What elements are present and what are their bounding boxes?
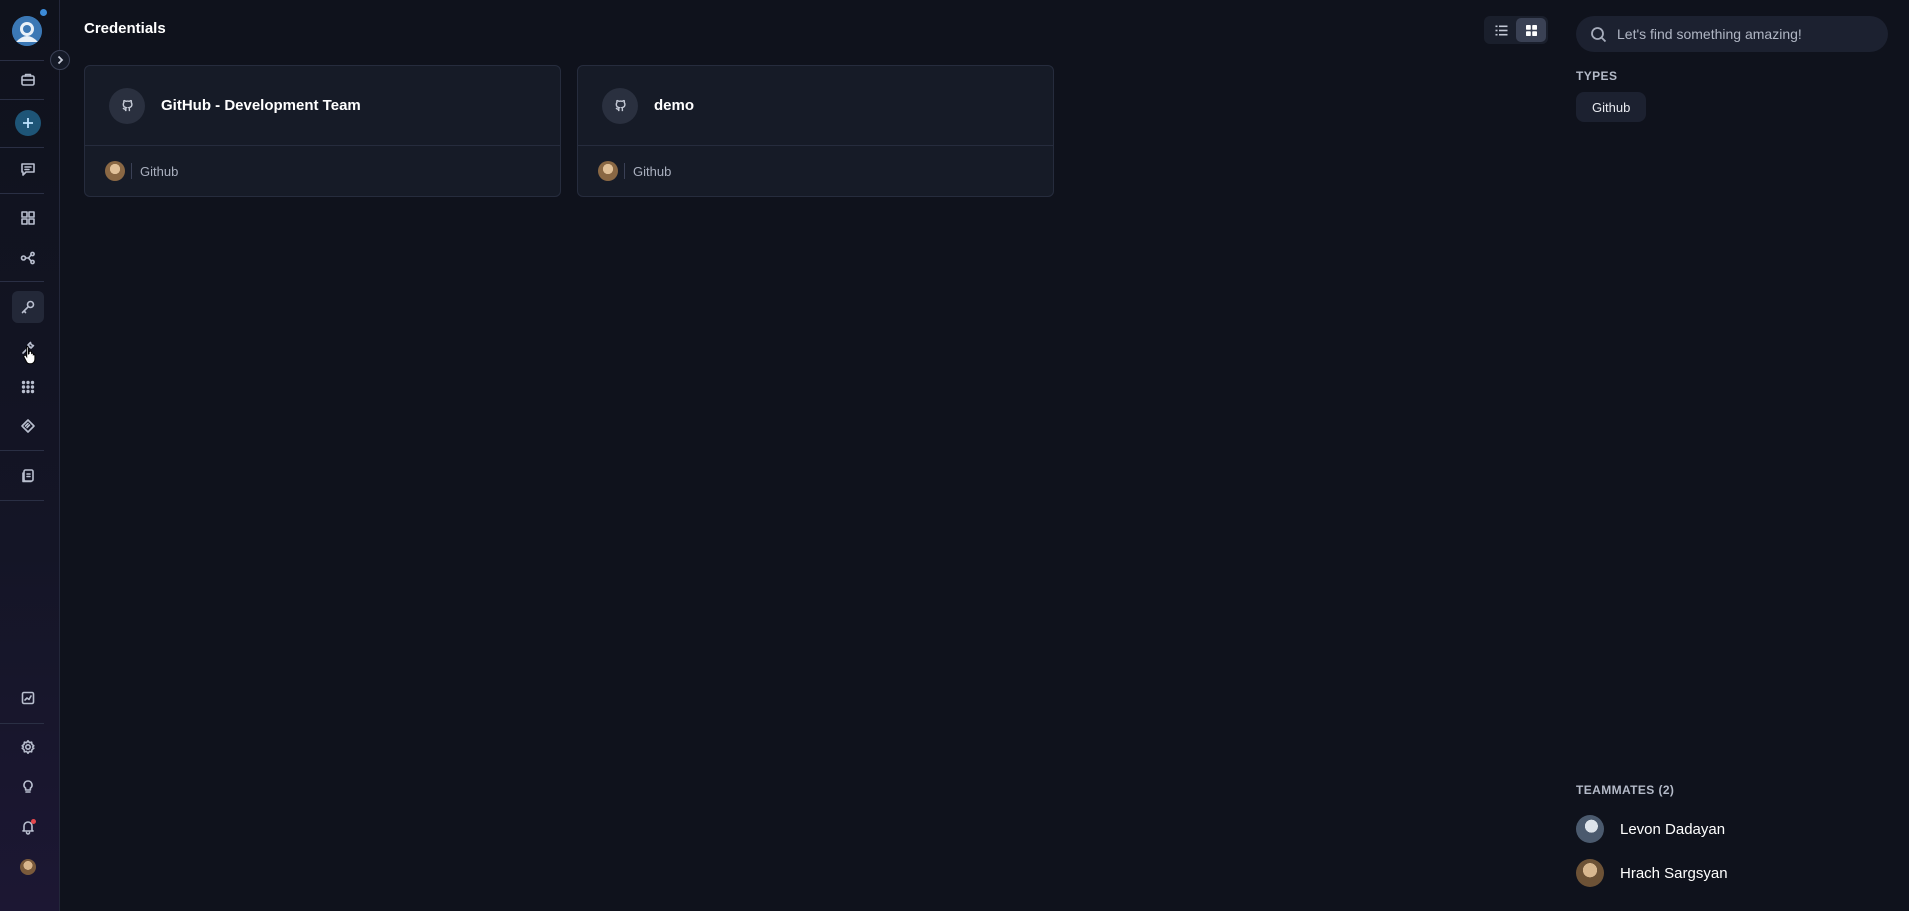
user-avatar[interactable]	[20, 859, 36, 875]
types-label: TYPES	[1576, 69, 1618, 83]
sidebar-divider	[0, 193, 44, 194]
github-icon	[602, 87, 638, 124]
notification-badge	[31, 819, 36, 824]
owner-avatar	[105, 161, 125, 181]
sidebar	[0, 0, 60, 911]
search-icon	[1591, 26, 1607, 42]
tag-icon	[21, 419, 35, 433]
briefcase-icon	[21, 73, 35, 86]
report-icon	[21, 691, 35, 705]
key-icon	[21, 300, 35, 314]
settings-icon	[21, 740, 35, 754]
list-view-button[interactable]	[1486, 18, 1516, 42]
list-icon	[1495, 25, 1507, 35]
credential-title: demo	[654, 97, 695, 114]
sidebar-divider	[0, 147, 44, 148]
card-footer: Github	[85, 146, 560, 196]
status-dot	[40, 9, 47, 16]
sidebar-divider	[0, 60, 44, 61]
grid-icon	[1525, 24, 1537, 36]
app-logo[interactable]	[12, 16, 42, 46]
sidebar-item-ideas[interactable]	[12, 771, 44, 803]
type-filter-chip[interactable]: Github	[1576, 92, 1647, 122]
teammate-item[interactable]: Levon Dadayan	[1576, 815, 1725, 843]
divider	[624, 163, 625, 179]
grid-view-button[interactable]	[1516, 18, 1546, 42]
page-title: Credentials	[84, 20, 166, 37]
search-bar	[1576, 16, 1888, 52]
flow-icon	[20, 251, 35, 265]
teammate-name: Hrach Sargsyan	[1620, 864, 1728, 882]
hand-cursor-icon	[23, 345, 36, 365]
card-header: demo	[578, 66, 1053, 146]
credential-card[interactable]: GitHub - Development Team Github	[84, 65, 561, 197]
divider	[131, 163, 132, 179]
sidebar-item-chat[interactable]	[12, 153, 44, 185]
sidebar-expand-button[interactable]	[50, 50, 70, 70]
sidebar-item-integrations[interactable]	[12, 371, 44, 403]
teammates-label: TEAMMATES (2)	[1576, 783, 1675, 797]
teammate-item[interactable]: Hrach Sargsyan	[1576, 859, 1728, 887]
teammate-avatar	[1576, 859, 1604, 887]
sidebar-divider	[0, 450, 44, 451]
sidebar-item-workspace[interactable]	[12, 63, 44, 95]
plus-icon	[23, 118, 33, 128]
bulb-icon	[23, 780, 33, 793]
credential-card[interactable]: demo Github	[577, 65, 1054, 197]
sidebar-item-documents[interactable]	[12, 460, 44, 492]
apps-grid-icon	[21, 211, 35, 225]
credential-title: GitHub - Development Team	[161, 97, 361, 114]
dots-grid-icon	[21, 380, 35, 394]
card-footer: Github	[578, 146, 1053, 196]
sidebar-item-flows[interactable]	[12, 242, 44, 274]
chevron-right-icon	[57, 55, 64, 65]
sidebar-item-tags[interactable]	[12, 410, 44, 442]
teammate-name: Levon Dadayan	[1620, 820, 1726, 838]
sidebar-item-settings[interactable]	[12, 731, 44, 763]
credential-type: Github	[140, 163, 179, 179]
credential-type: Github	[633, 163, 672, 179]
sidebar-divider	[0, 500, 44, 501]
owner-avatar	[598, 161, 618, 181]
sidebar-item-reports[interactable]	[12, 682, 44, 714]
github-icon	[109, 87, 145, 124]
sidebar-item-apps[interactable]	[12, 202, 44, 234]
sidebar-divider	[0, 723, 44, 724]
add-button[interactable]	[15, 110, 41, 136]
card-header: GitHub - Development Team	[85, 66, 560, 146]
sidebar-divider	[0, 99, 44, 100]
chat-icon	[21, 163, 35, 176]
sidebar-item-notifications[interactable]	[12, 811, 44, 843]
sidebar-divider	[0, 281, 44, 282]
search-input[interactable]	[1617, 26, 1867, 42]
documents-icon	[22, 469, 34, 483]
view-toggle	[1484, 16, 1548, 44]
teammate-avatar	[1576, 815, 1604, 843]
sidebar-item-credentials[interactable]	[12, 291, 44, 323]
